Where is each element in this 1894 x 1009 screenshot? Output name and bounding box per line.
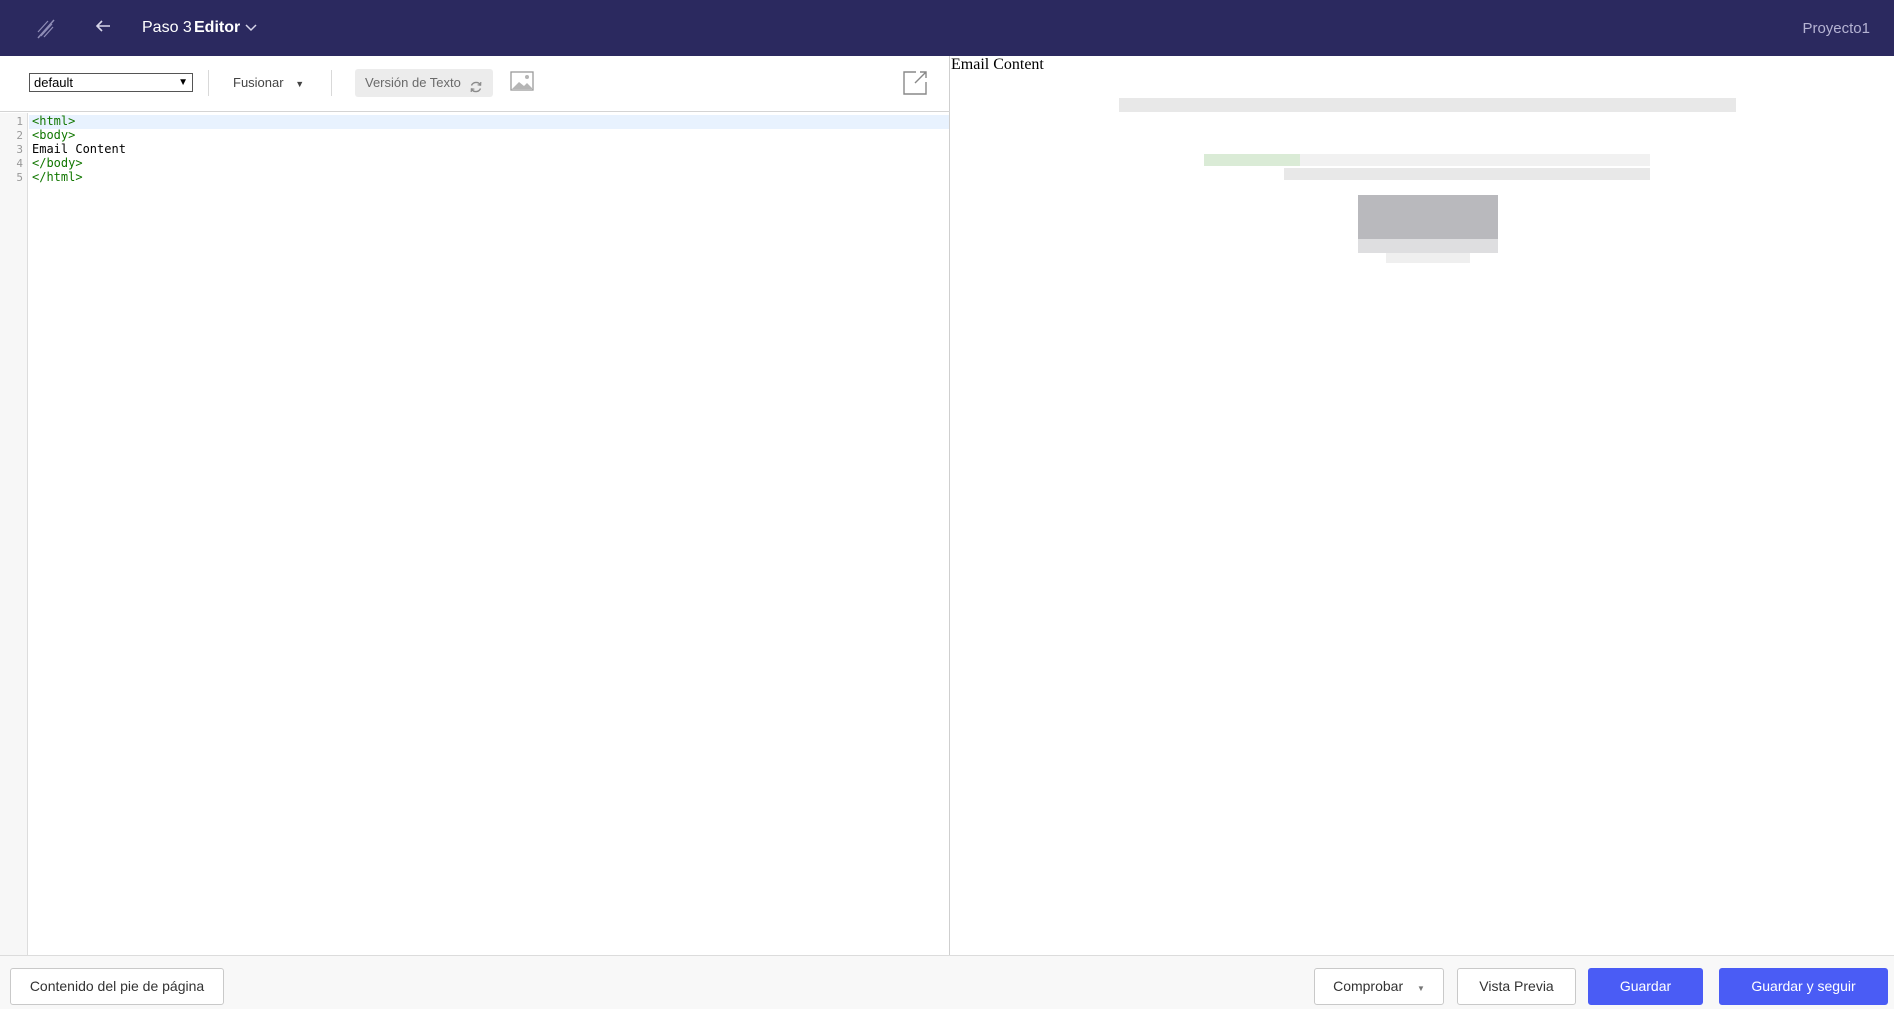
save-button[interactable]: Guardar (1588, 968, 1703, 1005)
merge-dropdown[interactable]: Fusionar ▼ (233, 75, 304, 90)
preview-button[interactable]: Vista Previa (1457, 968, 1576, 1005)
project-name: Proyecto1 (1802, 20, 1870, 37)
line-number: 3 (16, 143, 23, 156)
blurred-preview-block (1358, 195, 1498, 239)
chevron-down-icon[interactable] (244, 20, 258, 34)
preview-content-text: Email Content (951, 56, 1044, 73)
feather-logo-icon[interactable] (34, 16, 58, 40)
sync-icon (469, 76, 483, 93)
text-version-button[interactable]: Versión de Texto (355, 69, 493, 97)
template-select[interactable]: default ▼ (29, 73, 193, 92)
code-line[interactable]: <html> (32, 114, 75, 128)
editor-toolbar: default ▼ Fusionar ▼ Versión de Texto (0, 56, 950, 112)
current-step-label[interactable]: Editor (194, 19, 240, 37)
blurred-preview-block (1386, 253, 1470, 263)
code-area[interactable]: 1 2 3 4 5 <html> <body> Email Content </… (0, 113, 950, 955)
email-preview-pane: Email Content (951, 56, 1894, 955)
line-number-gutter: 1 2 3 4 5 (0, 113, 28, 955)
arrow-left-icon[interactable] (94, 14, 116, 38)
blurred-preview-block (1300, 154, 1650, 166)
toolbar-divider (331, 70, 332, 96)
text-version-label: Versión de Texto (365, 75, 461, 90)
blurred-preview-block (1358, 239, 1498, 253)
caret-down-icon: ▼ (1417, 984, 1425, 993)
code-editor-pane: default ▼ Fusionar ▼ Versión de Texto 1 … (0, 56, 950, 955)
line-number: 5 (16, 171, 23, 184)
merge-label: Fusionar (233, 75, 284, 90)
footer-content-button[interactable]: Contenido del pie de página (10, 968, 224, 1005)
line-number: 1 (16, 115, 23, 128)
code-line[interactable]: Email Content (32, 142, 126, 156)
code-line[interactable]: </html> (32, 170, 83, 184)
step-label: Paso 3 (142, 19, 192, 36)
caret-down-icon: ▼ (295, 79, 305, 89)
check-label: Comprobar (1333, 978, 1404, 994)
template-select-value: default (34, 75, 74, 90)
top-bar: Paso 3 Editor Proyecto1 (0, 0, 1894, 56)
line-number: 2 (16, 129, 23, 142)
external-link-icon[interactable] (902, 70, 928, 96)
blurred-preview-block (1204, 154, 1300, 166)
active-line-highlight (29, 115, 949, 129)
blurred-preview-block (1119, 98, 1736, 112)
toolbar-divider (208, 70, 209, 96)
code-line[interactable]: <body> (32, 128, 75, 142)
blurred-preview-block (1284, 168, 1650, 180)
image-icon[interactable] (510, 71, 534, 93)
save-and-continue-button[interactable]: Guardar y seguir (1719, 968, 1888, 1005)
code-line[interactable]: </body> (32, 156, 83, 170)
line-number: 4 (16, 157, 23, 170)
footer-bar: Contenido del pie de página Comprobar ▼ … (0, 955, 1894, 1009)
check-dropdown-button[interactable]: Comprobar ▼ (1314, 968, 1444, 1005)
select-arrow-icon: ▼ (178, 77, 188, 88)
